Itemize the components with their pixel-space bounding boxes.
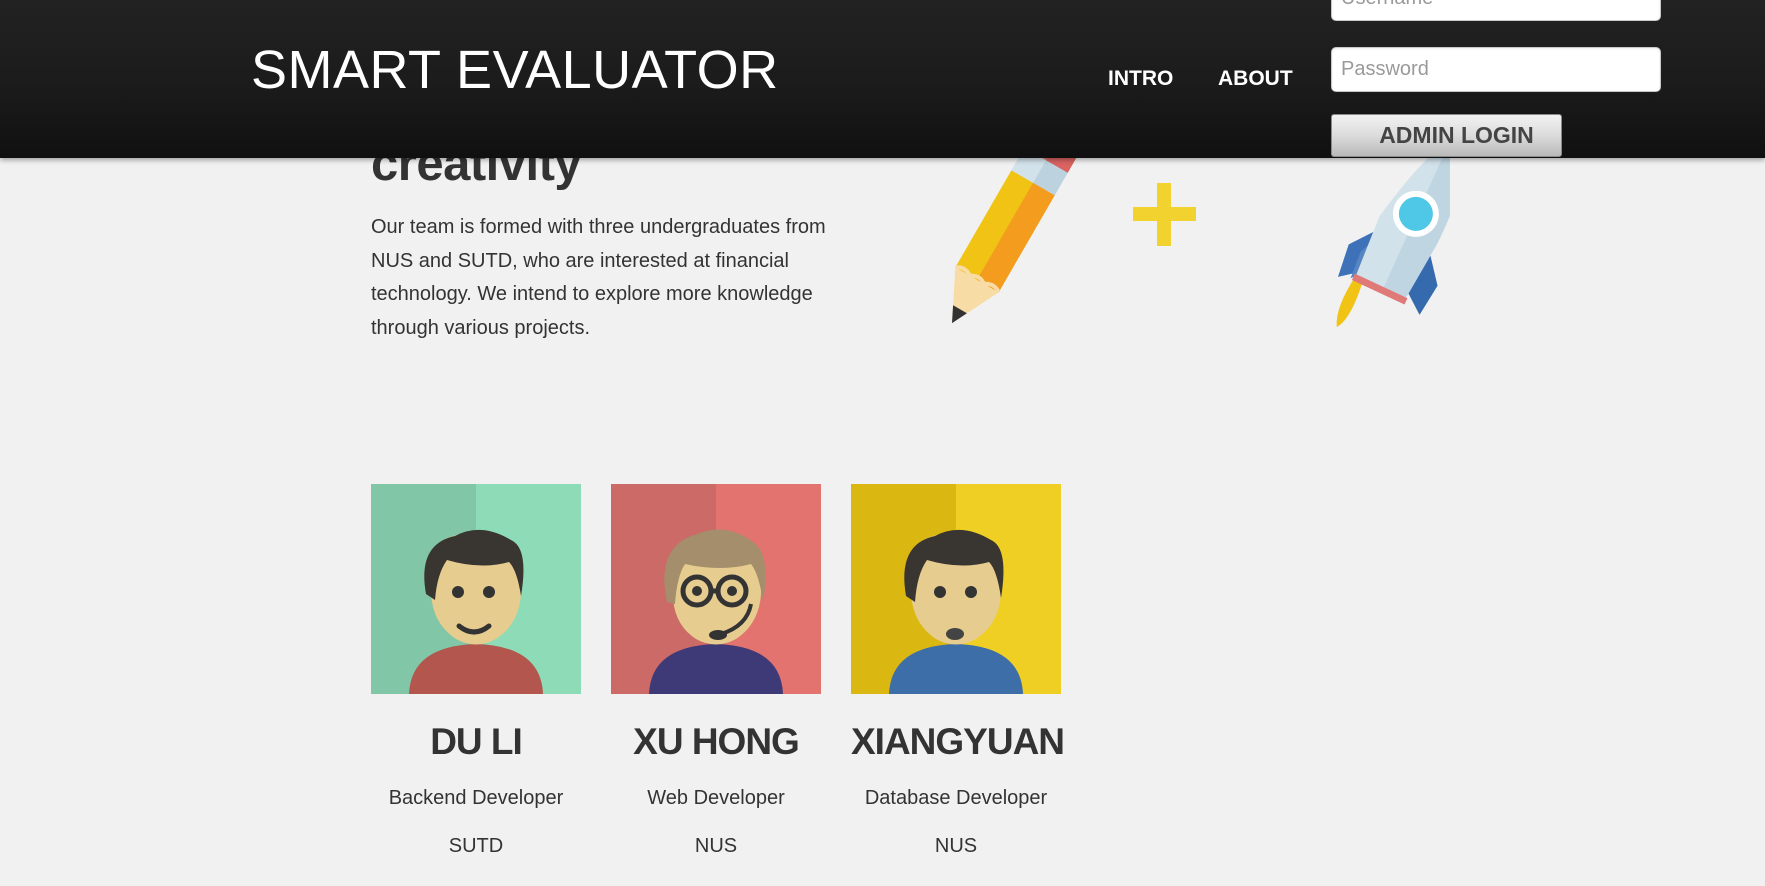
plus-icon: [1133, 183, 1196, 246]
admin-login-button[interactable]: ADMIN LOGIN: [1331, 114, 1562, 157]
page: creativity Our team is formed with three…: [0, 0, 1765, 886]
member-role: Database Developer: [864, 787, 1048, 809]
person-glasses-headset-icon: [611, 484, 821, 694]
member-role: Backend Developer: [388, 787, 564, 809]
top-header: SMART EVALUATOR INTRO ABOUT ADMIN LOGIN: [0, 0, 1765, 158]
username-input[interactable]: [1331, 0, 1661, 21]
intro-text: Our team is formed with three undergradu…: [371, 216, 826, 339]
member-name: DU LI: [430, 721, 523, 762]
nav-about-link[interactable]: ABOUT: [1218, 67, 1293, 91]
member-name: XU HONG: [633, 721, 800, 762]
person-surprised-icon: [851, 484, 1061, 694]
member-school: NUS: [934, 835, 978, 857]
password-input[interactable]: [1331, 47, 1661, 92]
team-member-du-li: DU LI Backend Developer SUTD: [371, 484, 581, 860]
member-name: XIANGYUAN: [851, 721, 1065, 762]
team-member-xiangyuan: XIANGYUAN Database Developer NUS: [851, 484, 1065, 860]
member-school: NUS: [694, 835, 738, 857]
rocket-icon: [1336, 130, 1466, 327]
member-school: SUTD: [448, 835, 504, 857]
member-role: Web Developer: [647, 787, 785, 809]
brand-title: SMART EVALUATOR: [251, 40, 779, 100]
illustration-svg: [952, 130, 1466, 327]
person-smiling-icon: [371, 484, 581, 694]
nav-intro-link[interactable]: INTRO: [1108, 67, 1173, 91]
team-member-xu-hong: XU HONG Web Developer NUS: [611, 484, 821, 860]
intro-illustration: [930, 130, 1466, 340]
pencil-icon: [952, 131, 1077, 324]
